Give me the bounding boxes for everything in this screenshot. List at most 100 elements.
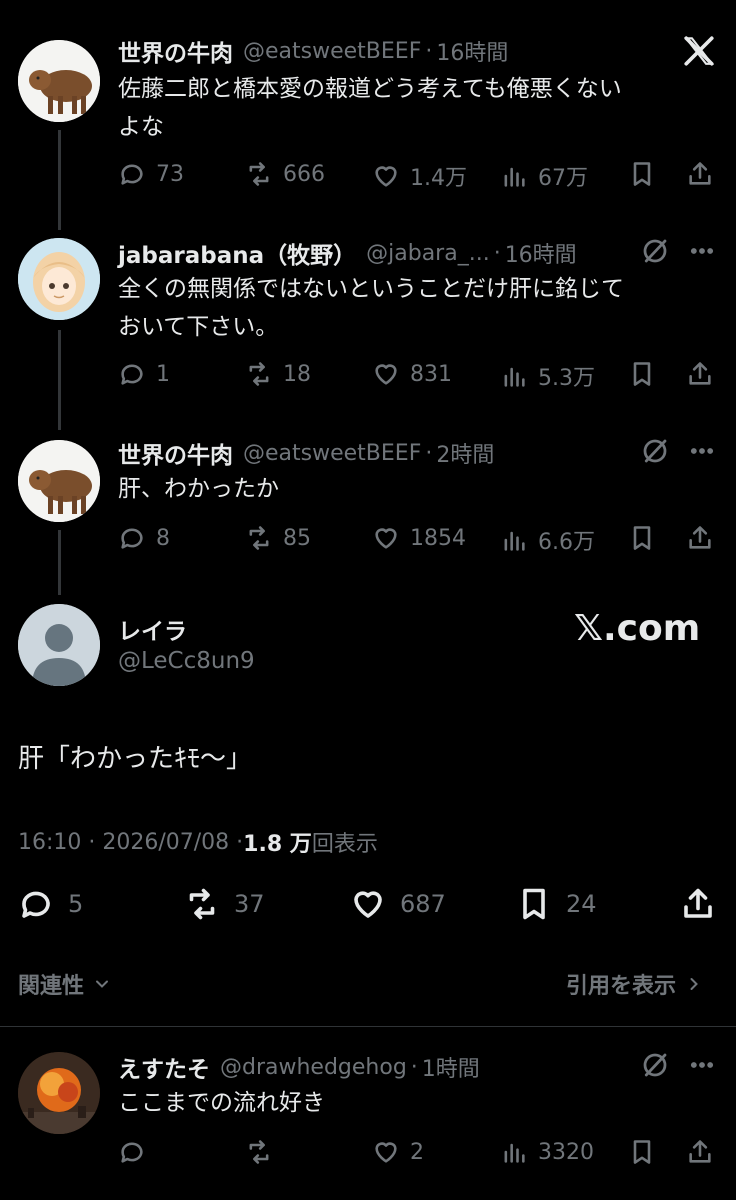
views-button[interactable]: 67万 bbox=[500, 160, 588, 192]
like-count: 1.4万 bbox=[410, 166, 467, 191]
bookmark-button[interactable] bbox=[628, 360, 656, 388]
reply-count: 5 bbox=[68, 890, 84, 918]
thread-line bbox=[58, 330, 61, 430]
separator: · bbox=[425, 38, 433, 64]
reply-button[interactable]: 5 bbox=[18, 886, 83, 922]
like-button[interactable]: 831 bbox=[372, 360, 452, 388]
grok-icon[interactable] bbox=[640, 436, 670, 470]
user-handle[interactable]: @eatsweetBEEF bbox=[243, 39, 421, 64]
reply-button[interactable]: 1 bbox=[118, 360, 170, 388]
x-logo-icon[interactable] bbox=[682, 34, 716, 72]
more-options-icon[interactable] bbox=[688, 236, 716, 270]
display-name[interactable]: 世界の牛肉 bbox=[118, 436, 233, 470]
post-time[interactable]: 16時間 bbox=[505, 237, 577, 269]
reply-icon bbox=[121, 1142, 143, 1163]
bookmark-icon bbox=[633, 162, 651, 186]
views-button[interactable]: 6.6万 bbox=[500, 524, 595, 556]
view-count: 3320 bbox=[538, 1139, 594, 1165]
view-quotes-label: 引用を表示 bbox=[566, 974, 677, 999]
share-button[interactable] bbox=[686, 160, 714, 188]
like-button[interactable]: 1.4万 bbox=[372, 160, 467, 192]
view-quotes-link[interactable]: 引用を表示 bbox=[566, 968, 704, 1000]
retweet-count: 18 bbox=[283, 361, 311, 387]
display-name[interactable]: 世界の牛肉 bbox=[118, 34, 233, 68]
share-button[interactable] bbox=[686, 1138, 714, 1166]
display-name[interactable]: レイラ bbox=[118, 612, 187, 646]
like-button[interactable]: 1854 bbox=[372, 524, 466, 552]
cow-avatar-image bbox=[18, 440, 100, 522]
thread-line bbox=[58, 130, 61, 230]
bookmark-button[interactable] bbox=[628, 524, 656, 552]
bookmark-icon bbox=[633, 1140, 651, 1164]
views-label: 回表示 bbox=[311, 832, 378, 857]
user-handle[interactable]: @LeCc8un9 bbox=[118, 648, 255, 674]
default-avatar[interactable] bbox=[18, 604, 100, 686]
bookmark-icon bbox=[523, 888, 545, 920]
display-name[interactable]: jabarabana（牧野） bbox=[118, 236, 356, 270]
avatar[interactable] bbox=[18, 40, 100, 122]
tweet-text-line: 佐藤二郎と橋本愛の報道どう考えても俺悪くない bbox=[118, 76, 622, 102]
reply-count: 1 bbox=[156, 361, 170, 387]
retweet-button[interactable]: 37 bbox=[184, 886, 265, 922]
grok-icon[interactable] bbox=[640, 236, 670, 270]
avatar[interactable] bbox=[18, 1052, 100, 1134]
tweet-text-line: よな bbox=[118, 114, 164, 140]
post-time[interactable]: 1時間 bbox=[422, 1051, 480, 1083]
view-count: 67万 bbox=[538, 166, 588, 191]
post-time[interactable]: 16時間 bbox=[436, 35, 508, 67]
bookmark-button[interactable] bbox=[628, 1138, 656, 1166]
retweet-button[interactable]: 85 bbox=[245, 524, 311, 552]
anime-girl-avatar-image bbox=[18, 238, 100, 320]
retweet-icon bbox=[189, 888, 215, 920]
share-button[interactable] bbox=[686, 360, 714, 388]
reply-count: 73 bbox=[156, 161, 184, 187]
bookmark-button[interactable] bbox=[628, 160, 656, 188]
share-icon bbox=[689, 526, 711, 549]
retweet-count: 85 bbox=[283, 525, 311, 551]
sort-relevance-dropdown[interactable]: 関連性 bbox=[18, 968, 112, 1000]
retweet-icon bbox=[249, 362, 269, 386]
x-com-watermark: 𝕏.com bbox=[574, 608, 701, 649]
bookmark-icon bbox=[633, 362, 651, 386]
views-button[interactable]: 3320 bbox=[500, 1138, 594, 1166]
retweet-button[interactable]: 666 bbox=[245, 160, 325, 188]
heart-icon bbox=[375, 1142, 397, 1163]
user-handle[interactable]: @eatsweetBEEF bbox=[243, 441, 421, 466]
post-timestamp[interactable]: 16:10 · 2026/07/08 · bbox=[18, 830, 243, 855]
reply-button[interactable]: 73 bbox=[118, 160, 184, 188]
like-button[interactable]: 687 bbox=[350, 886, 446, 922]
reply-icon bbox=[121, 528, 143, 549]
reply-button[interactable]: 8 bbox=[118, 524, 170, 552]
user-handle[interactable]: @drawhedgehog bbox=[220, 1055, 407, 1080]
more-options-icon[interactable] bbox=[688, 436, 716, 470]
retweet-count: 37 bbox=[234, 890, 265, 918]
tweet-text-line: 全くの無関係ではないということだけ肝に銘じて bbox=[118, 276, 624, 302]
retweet-button[interactable] bbox=[245, 1138, 283, 1166]
display-name[interactable]: えすたそ bbox=[118, 1050, 210, 1084]
like-count: 831 bbox=[410, 361, 452, 387]
post-time[interactable]: 2時間 bbox=[436, 437, 494, 469]
retweet-icon bbox=[249, 526, 269, 550]
share-icon bbox=[684, 888, 712, 918]
like-count: 2 bbox=[410, 1139, 424, 1165]
person-silhouette-icon bbox=[18, 604, 100, 686]
tweet-text: ここまでの流れ好き bbox=[118, 1090, 325, 1116]
like-button[interactable]: 2 bbox=[372, 1138, 424, 1166]
grok-icon[interactable] bbox=[640, 1050, 670, 1084]
explosion-avatar-image bbox=[18, 1052, 100, 1134]
bookmark-icon bbox=[633, 526, 651, 550]
user-handle[interactable]: @jabara_... bbox=[366, 241, 490, 266]
reply-icon bbox=[121, 164, 143, 185]
retweet-button[interactable]: 18 bbox=[245, 360, 311, 388]
more-options-icon[interactable] bbox=[688, 1050, 716, 1084]
reply-button[interactable] bbox=[118, 1138, 156, 1166]
separator: · bbox=[425, 440, 433, 466]
retweet-count: 666 bbox=[283, 161, 325, 187]
share-button[interactable] bbox=[686, 524, 714, 552]
avatar[interactable] bbox=[18, 440, 100, 522]
views-button[interactable]: 5.3万 bbox=[500, 360, 595, 392]
share-button[interactable] bbox=[680, 886, 716, 922]
bookmark-button[interactable]: 24 bbox=[516, 886, 597, 922]
divider bbox=[0, 1026, 736, 1027]
avatar[interactable] bbox=[18, 238, 100, 320]
